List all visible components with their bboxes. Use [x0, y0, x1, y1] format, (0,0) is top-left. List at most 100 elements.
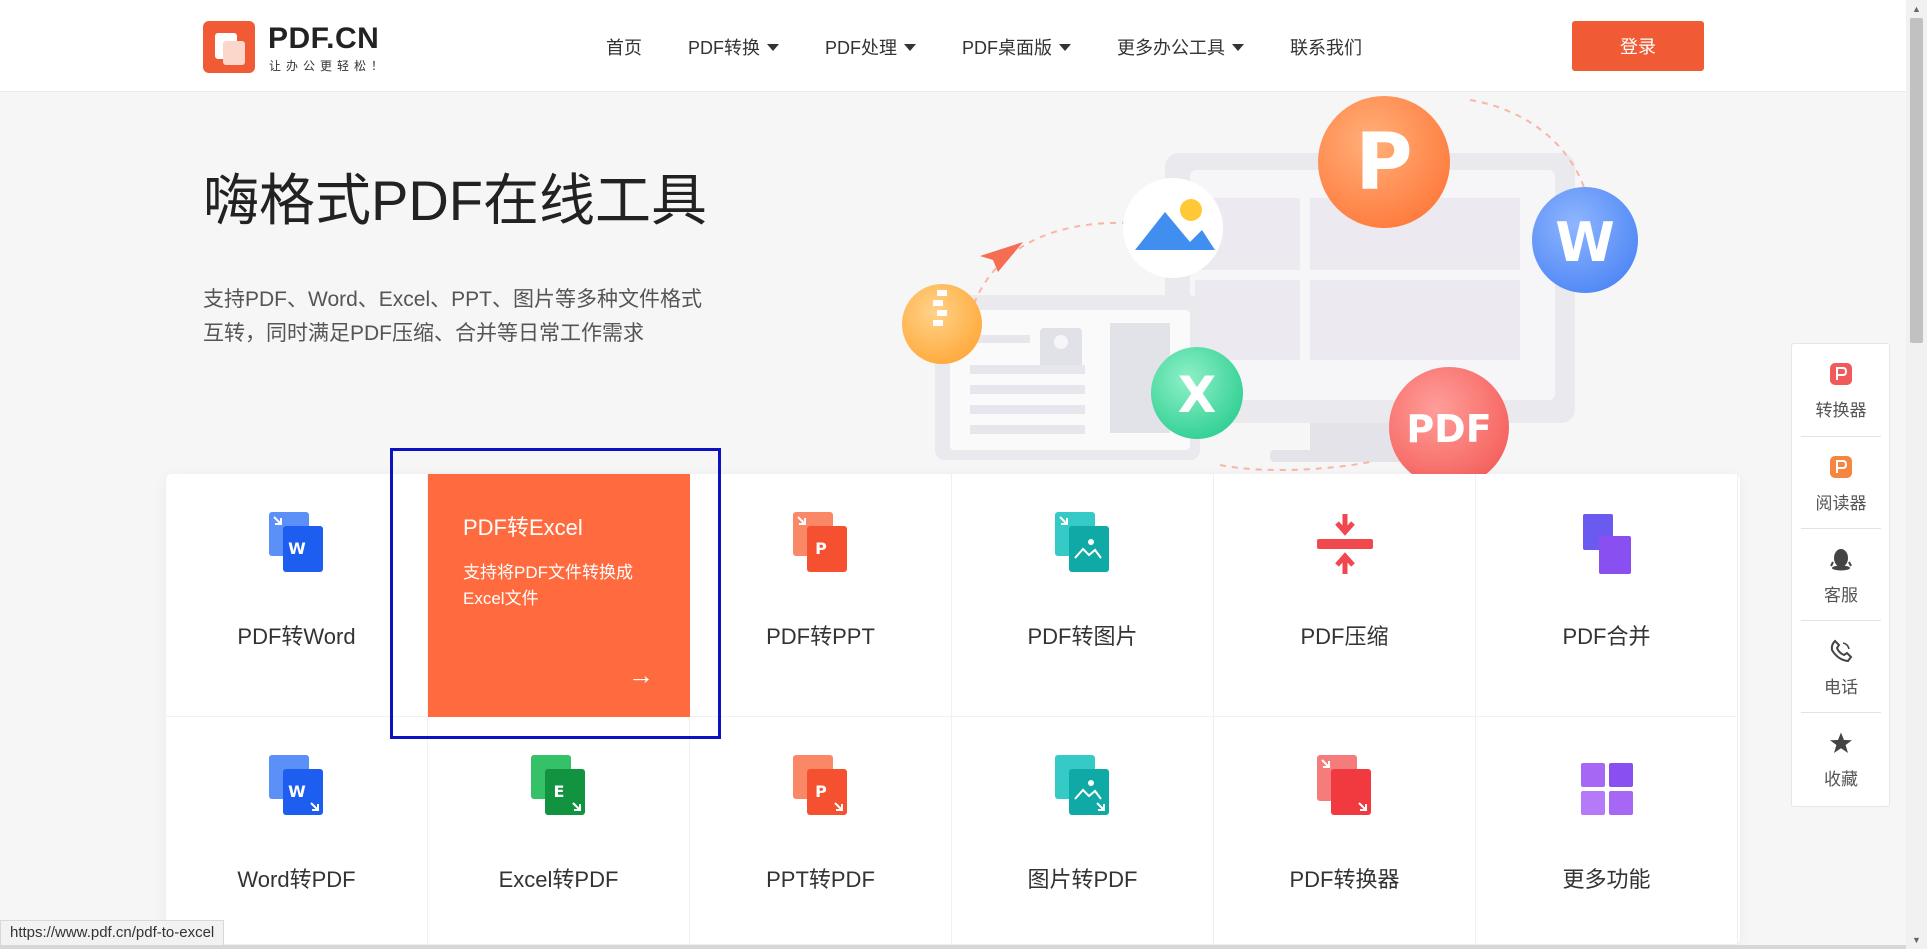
bottom-divider [0, 945, 1906, 949]
tool-label: Word转PDF [237, 867, 356, 892]
svg-text:P: P [1355, 118, 1412, 208]
tool-word-to-pdf[interactable]: W Word转PDF [166, 717, 428, 944]
nav-more-tools[interactable]: 更多办公工具 [1117, 34, 1244, 58]
excel-to-pdf-icon: E [531, 755, 585, 815]
tool-label: PDF转图片 [1027, 624, 1138, 649]
tool-label: PDF转换器 [1289, 867, 1400, 892]
logo-slogan: 让办公更轻松！ [269, 59, 389, 73]
login-button[interactable]: 登录 [1572, 21, 1704, 71]
page-scrollbar[interactable]: ▲ ▼ [1906, 0, 1927, 949]
tool-pdf-compress[interactable]: PDF压缩 [1214, 474, 1476, 717]
nav-contact[interactable]: 联系我们 [1290, 34, 1362, 58]
nav-home[interactable]: 首页 [606, 34, 642, 58]
tool-ppt-to-pdf[interactable]: P PPT转PDF [690, 717, 952, 944]
sidebar-item-service[interactable]: 客服 [1801, 528, 1881, 620]
tool-pdf-to-word[interactable]: W PDF转Word [166, 474, 428, 717]
tool-label: Excel转PDF [498, 867, 619, 892]
nav-pdf-process[interactable]: PDF处理 [825, 34, 916, 58]
tool-label: PDF转Excel [463, 515, 583, 540]
pdf-to-image-icon [1055, 512, 1109, 572]
tool-pdf-to-excel[interactable]: PDF转Excel 支持将PDF文件转换成Excel文件 → [428, 474, 690, 717]
sidebar-item-label: 客服 [1824, 586, 1858, 605]
chevron-down-icon [904, 43, 916, 51]
image-to-pdf-icon [1055, 755, 1109, 815]
nav-pdf-convert-label: PDF转换 [688, 38, 760, 58]
nav-more-tools-label: 更多办公工具 [1117, 38, 1225, 58]
status-url: https://www.pdf.cn/pdf-to-excel [0, 920, 225, 946]
chevron-down-icon [1059, 43, 1071, 51]
arrow-right-icon: → [628, 660, 654, 690]
logo-name: PDF.CN [268, 22, 380, 55]
scroll-up-icon[interactable]: ▲ [1906, 0, 1927, 18]
excel-badge-icon: X [1151, 347, 1243, 439]
sidebar-item-label: 转换器 [1815, 401, 1867, 420]
hero-title: 嗨格式PDF在线工具 [203, 169, 707, 232]
word-to-pdf-icon: W [269, 755, 323, 815]
tool-label: PDF合并 [1562, 624, 1651, 649]
nav-pdf-desktop-label: PDF桌面版 [962, 38, 1052, 58]
sidebar-item-label: 收藏 [1824, 770, 1858, 789]
tool-pdf-converter[interactable]: PDF转换器 [1214, 717, 1476, 944]
chevron-down-icon [767, 43, 779, 51]
sidebar-item-label: 阅读器 [1815, 494, 1867, 513]
reader-app-icon [1830, 456, 1852, 478]
tool-label: PDF转Word [237, 624, 356, 649]
tool-label: PDF压缩 [1300, 624, 1389, 649]
logo-icon [203, 21, 255, 73]
svg-text:X: X [1178, 366, 1217, 424]
nav-home-label: 首页 [606, 38, 642, 58]
qq-icon [1830, 549, 1852, 571]
svg-text:PDF: PDF [1406, 407, 1491, 451]
floating-sidebar: 转换器 阅读器 客服 电话 收藏 [1791, 343, 1890, 807]
site-logo[interactable]: PDF.CN 让办公更轻松！ [203, 21, 403, 73]
sidebar-item-favorite[interactable]: 收藏 [1801, 712, 1881, 804]
hero-desc-line2: 互转，同时满足PDF压缩、合并等日常工作需求 [203, 322, 644, 345]
converter-app-icon [1830, 363, 1852, 385]
hero-desc-line1: 支持PDF、Word、Excel、PPT、图片等多种文件格式 [203, 288, 702, 311]
scroll-thumb[interactable] [1910, 18, 1923, 343]
image-badge-icon [1123, 178, 1223, 278]
pdf-to-ppt-icon: P [793, 512, 847, 572]
sidebar-item-reader[interactable]: 阅读器 [1801, 436, 1881, 528]
sidebar-item-phone[interactable]: 电话 [1801, 620, 1881, 712]
hero-description: 支持PDF、Word、Excel、PPT、图片等多种文件格式 互转，同时满足PD… [203, 283, 763, 351]
nav-pdf-convert[interactable]: PDF转换 [688, 34, 779, 58]
nav-pdf-desktop[interactable]: PDF桌面版 [962, 34, 1071, 58]
svg-text:E: E [554, 782, 565, 801]
word-badge-icon: W [1532, 187, 1638, 293]
sidebar-item-converter[interactable]: 转换器 [1801, 344, 1881, 436]
tool-pdf-to-ppt[interactable]: P PDF转PPT [690, 474, 952, 717]
sidebar-item-label: 电话 [1824, 678, 1858, 697]
chevron-down-icon [1232, 43, 1244, 51]
tool-description: 支持将PDF文件转换成Excel文件 [463, 563, 633, 608]
tool-label: 图片转PDF [1027, 867, 1138, 892]
pdf-to-word-icon: W [269, 512, 323, 572]
compress-icon [1317, 514, 1373, 574]
tool-pdf-merge[interactable]: PDF合并 [1476, 474, 1738, 717]
svg-text:W: W [1555, 211, 1615, 274]
paper-plane-icon [980, 242, 1023, 272]
tool-label: PDF转PPT [766, 624, 875, 649]
tools-grid: W PDF转Word PDF转Excel 支持将PDF文件转换成Excel文件 … [166, 474, 1740, 944]
svg-text:W: W [288, 539, 306, 558]
scroll-down-icon[interactable]: ▼ [1906, 931, 1927, 949]
converter-icon [1317, 755, 1371, 815]
merge-icon [1583, 514, 1631, 574]
svg-text:P: P [815, 782, 827, 801]
phone-icon [1830, 639, 1853, 663]
main-nav: 首页 PDF转换 PDF处理 PDF桌面版 更多办公工具 联系我们 [606, 34, 1362, 58]
tool-label: 更多功能 [1562, 867, 1651, 892]
svg-text:W: W [288, 782, 306, 801]
tool-image-to-pdf[interactable]: 图片转PDF [952, 717, 1214, 944]
nav-pdf-process-label: PDF处理 [825, 38, 897, 58]
site-header: PDF.CN 让办公更轻松！ 首页 PDF转换 PDF处理 PDF桌面版 更多办… [0, 0, 1906, 92]
ppt-badge-icon: P [1318, 96, 1450, 228]
ppt-to-pdf-icon: P [793, 755, 847, 815]
star-icon [1830, 732, 1852, 753]
svg-text:P: P [815, 539, 827, 558]
tool-label: PPT转PDF [766, 867, 875, 892]
tool-pdf-to-image[interactable]: PDF转图片 [952, 474, 1214, 717]
tool-excel-to-pdf[interactable]: E Excel转PDF [428, 717, 690, 944]
hero-illustration: P W X PDF [902, 96, 1638, 475]
tool-more-functions[interactable]: 更多功能 [1476, 717, 1738, 944]
